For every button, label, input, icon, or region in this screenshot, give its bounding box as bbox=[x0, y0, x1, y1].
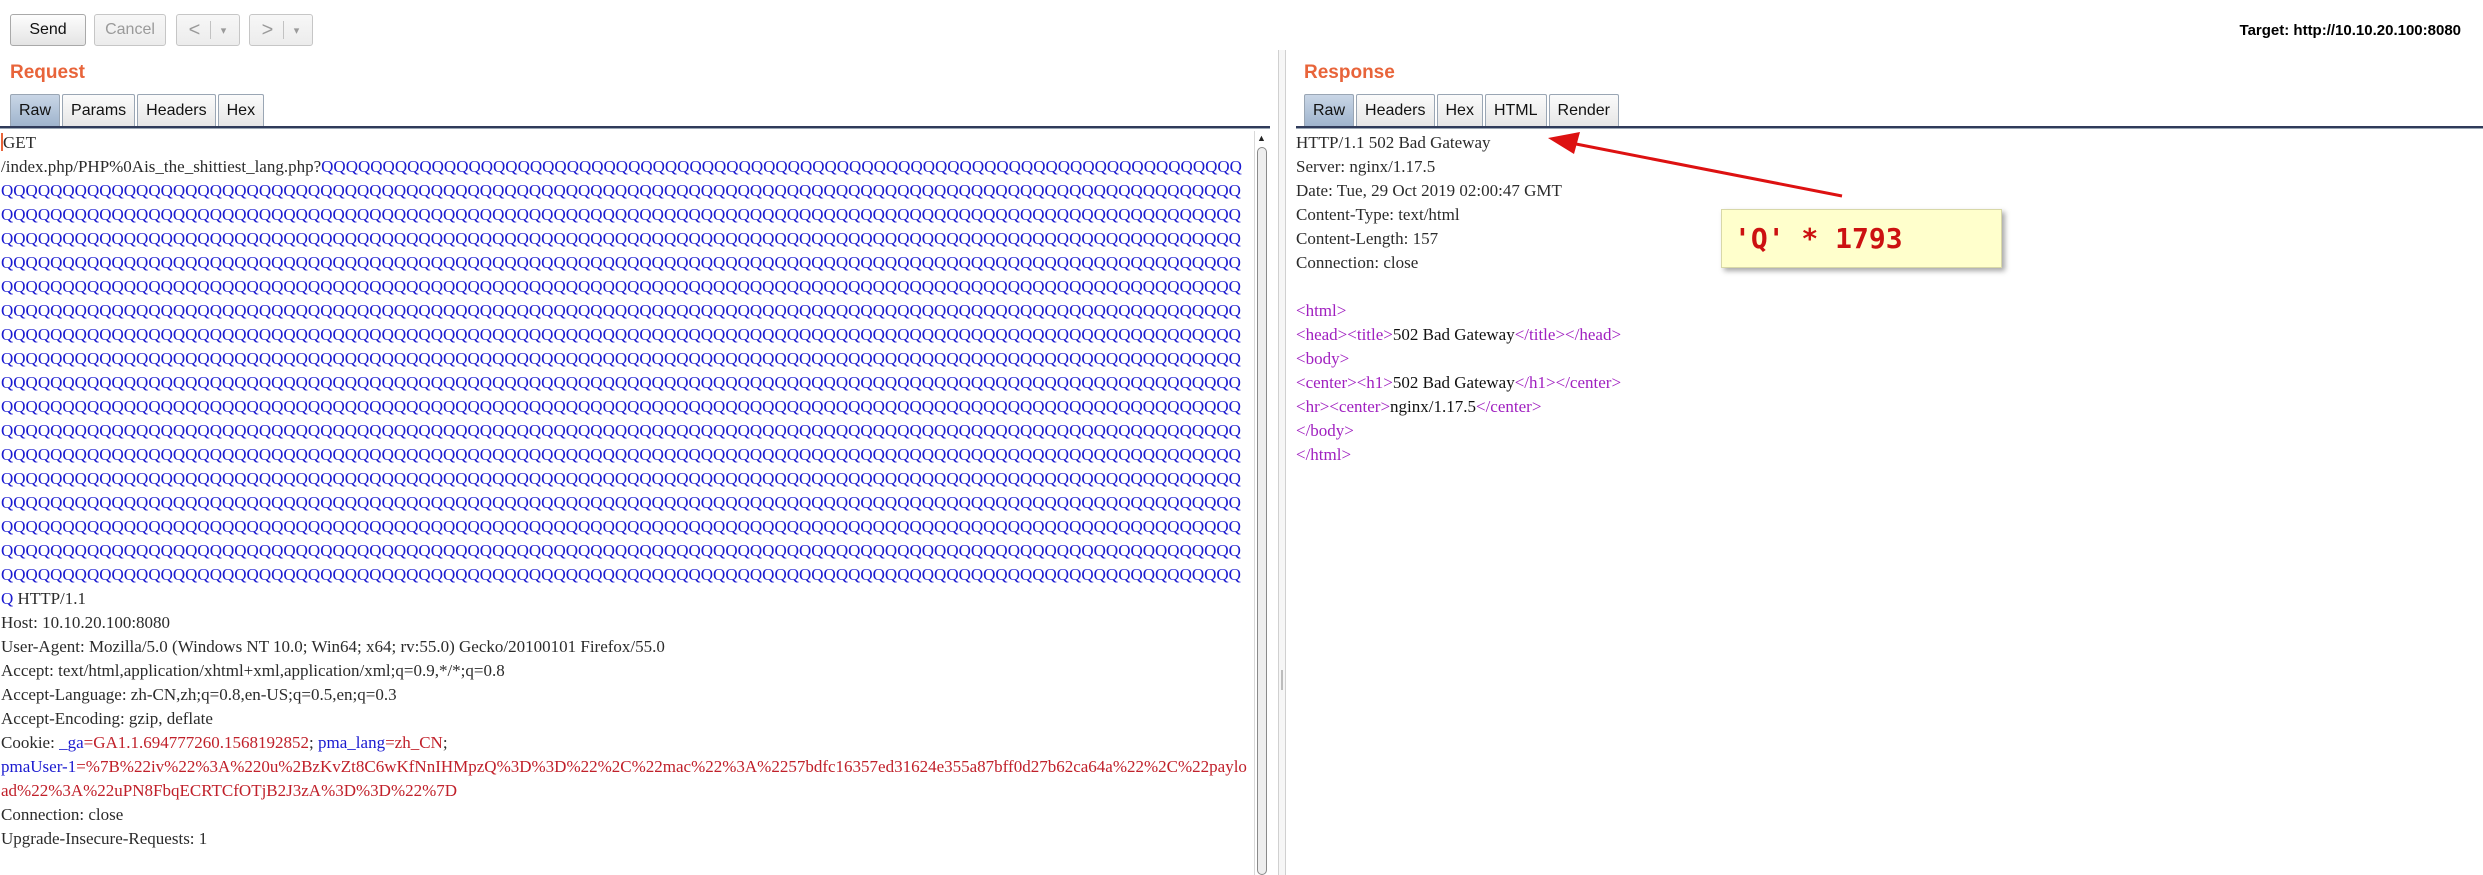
pane-splitter[interactable] bbox=[1278, 50, 1286, 875]
response-body-line: </html> bbox=[1296, 443, 2483, 467]
html-tag: </h1> bbox=[1514, 373, 1556, 392]
response-tab-raw[interactable]: Raw bbox=[1304, 94, 1355, 126]
request-tab-params[interactable]: Params bbox=[62, 94, 136, 126]
cookie-separator: ; bbox=[309, 733, 319, 752]
splitter-grip[interactable] bbox=[1281, 670, 1283, 690]
response-body-line: </body> bbox=[1296, 419, 2483, 443]
back-button[interactable]: < ▾ bbox=[176, 14, 240, 46]
response-header-line: Date: Tue, 29 Oct 2019 02:00:47 GMT bbox=[1296, 181, 1562, 200]
cookie-value: =GA1.1.694777260.1568192852 bbox=[83, 733, 310, 752]
request-tabs: Raw Params Headers Hex bbox=[10, 94, 266, 126]
request-header-line: Accept-Language: zh-CN,zh;q=0.8,en-US;q=… bbox=[1, 685, 397, 704]
html-tag: <title> bbox=[1347, 325, 1393, 344]
response-header-line: Server: nginx/1.17.5 bbox=[1296, 157, 1436, 176]
cookie-key: _ga bbox=[59, 733, 84, 752]
request-tab-hex[interactable]: Hex bbox=[217, 94, 265, 126]
html-tag: <body> bbox=[1296, 349, 1350, 368]
response-status-line: HTTP/1.1 502 Bad Gateway bbox=[1296, 133, 1491, 152]
html-tag: </html> bbox=[1296, 445, 1352, 464]
response-body-line: <center><h1>502 Bad Gateway</h1></center… bbox=[1296, 371, 2483, 395]
html-tag: <h1> bbox=[1356, 373, 1393, 392]
response-tab-hex[interactable]: Hex bbox=[1436, 94, 1483, 126]
request-http-version: HTTP/1.1 bbox=[13, 589, 87, 608]
request-path: /index.php/PHP%0Ais_the_shittiest_lang.p… bbox=[1, 157, 322, 176]
chevron-down-icon[interactable]: ▾ bbox=[284, 24, 310, 37]
scroll-up-icon[interactable]: ▲ bbox=[1257, 133, 1267, 143]
target-label[interactable]: Target: http://10.10.20.100:8080 bbox=[2240, 22, 2461, 39]
html-tag: </head> bbox=[1565, 325, 1622, 344]
response-title: Response bbox=[1304, 62, 1395, 83]
response-body-line: <html> bbox=[1296, 299, 2483, 323]
request-scrollbar[interactable]: ▲ bbox=[1254, 131, 1269, 875]
cookie-prefix: Cookie: bbox=[1, 733, 60, 752]
response-body-line: <head><title>502 Bad Gateway</title></he… bbox=[1296, 323, 2483, 347]
cookie-key: pma_lang bbox=[318, 733, 386, 752]
cookie-value: =zh_CN bbox=[385, 733, 443, 752]
response-tab-underline bbox=[1296, 126, 2483, 129]
request-method: GET bbox=[3, 133, 37, 152]
cookie-key: pmaUser-1 bbox=[1, 757, 77, 776]
request-editor[interactable]: GET /index.php/PHP%0Ais_the_shittiest_la… bbox=[1, 131, 1253, 875]
q-payload: QQQQQQQQQQQQQQQQQQQQQQQQQQQQQQQQQQQQQQQQ… bbox=[1, 157, 1242, 608]
cookie-value: =%7B%22iv%22%3A%220u%2BzKvZt8C6wKfNnIHMp… bbox=[1, 757, 1247, 800]
request-tab-underline bbox=[0, 126, 1270, 129]
html-text: 502 Bad Gateway bbox=[1392, 373, 1515, 392]
send-button[interactable]: Send bbox=[10, 14, 86, 46]
request-header-line: User-Agent: Mozilla/5.0 (Windows NT 10.0… bbox=[1, 637, 665, 656]
scroll-thumb[interactable] bbox=[1257, 147, 1267, 875]
request-title: Request bbox=[10, 62, 85, 83]
html-tag: <center> bbox=[1329, 397, 1391, 416]
cookie-separator: ; bbox=[442, 733, 448, 752]
request-line-path: /index.php/PHP%0Ais_the_shittiest_lang.p… bbox=[1, 155, 1253, 611]
response-body-line: <hr><center>nginx/1.17.5</center> bbox=[1296, 395, 2483, 419]
html-tag: </body> bbox=[1296, 421, 1354, 440]
html-tag: <html> bbox=[1296, 301, 1347, 320]
html-tag: <head> bbox=[1296, 325, 1348, 344]
request-header-line: Connection: close bbox=[1, 805, 124, 824]
chevron-down-icon[interactable]: ▾ bbox=[211, 24, 237, 37]
html-text: nginx/1.17.5 bbox=[1390, 397, 1476, 416]
request-line-method: GET bbox=[1, 131, 1253, 155]
cancel-button[interactable]: Cancel bbox=[94, 14, 166, 46]
request-header-line: Host: 10.10.20.100:8080 bbox=[1, 613, 171, 632]
response-tab-html[interactable]: HTML bbox=[1484, 94, 1547, 126]
request-cookie-line: Cookie: _ga=GA1.1.694777260.1568192852; … bbox=[1, 731, 1253, 803]
response-tab-headers[interactable]: Headers bbox=[1356, 94, 1435, 126]
response-tabs: Raw Headers Hex HTML Render bbox=[1304, 94, 1621, 126]
html-tag: </center> bbox=[1476, 397, 1542, 416]
html-tag: </title> bbox=[1514, 325, 1566, 344]
response-tab-render[interactable]: Render bbox=[1548, 94, 1619, 126]
request-tab-raw[interactable]: Raw bbox=[10, 94, 61, 126]
forward-button[interactable]: > ▾ bbox=[249, 14, 313, 46]
html-tag: </center> bbox=[1555, 373, 1622, 392]
request-header-line: Accept-Encoding: gzip, deflate bbox=[1, 709, 213, 728]
back-arrow-icon: < bbox=[188, 18, 201, 41]
annotation-callout: 'Q' * 1793 bbox=[1721, 209, 2002, 268]
request-header-line: Accept: text/html,application/xhtml+xml,… bbox=[1, 661, 505, 680]
html-tag: <center> bbox=[1296, 373, 1357, 392]
request-header-line: Upgrade-Insecure-Requests: 1 bbox=[1, 829, 208, 848]
response-body-line: <body> bbox=[1296, 347, 2483, 371]
toolbar: Send Cancel < ▾ > ▾ Target: http://10.10… bbox=[0, 0, 2483, 58]
html-tag: <hr> bbox=[1296, 397, 1330, 416]
html-text: 502 Bad Gateway bbox=[1392, 325, 1515, 344]
request-tab-headers[interactable]: Headers bbox=[137, 94, 216, 126]
forward-arrow-icon: > bbox=[261, 18, 274, 41]
